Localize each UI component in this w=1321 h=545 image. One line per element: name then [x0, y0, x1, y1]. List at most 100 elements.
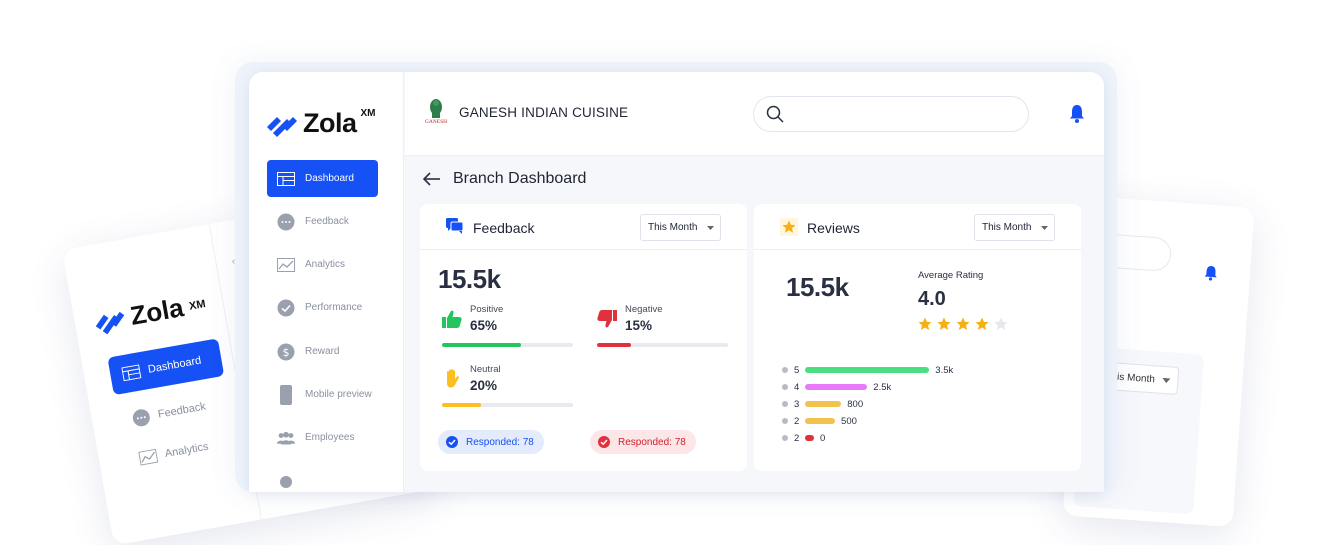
- rating-row-count: 2.5k: [873, 381, 892, 393]
- star-filled-icon: [937, 317, 951, 330]
- svg-text:$: $: [283, 346, 290, 359]
- feedback-card-title: Feedback: [473, 220, 535, 236]
- rating-row-dot: [782, 435, 788, 441]
- ganesh-logo-icon: GANESH: [425, 99, 447, 125]
- back-arrow-icon[interactable]: [423, 172, 441, 186]
- dollar-icon: $: [277, 343, 295, 361]
- chat-icon: [132, 409, 150, 427]
- sidebar-item-label: Employees: [305, 432, 355, 443]
- reviews-total: 15.5k: [786, 272, 849, 302]
- feedback-period-value: This Month: [648, 222, 698, 233]
- rating-row: 20: [782, 432, 825, 444]
- rating-row-star: 4: [794, 381, 800, 393]
- responded-positive-badge[interactable]: Responded: 78: [438, 430, 544, 454]
- positive-label: Positive: [470, 304, 504, 315]
- reviews-card-header: Reviews This Month: [754, 204, 1081, 250]
- page-title: Branch Dashboard: [453, 170, 587, 187]
- star-rating: [918, 317, 1008, 331]
- rating-row-star: 2: [794, 432, 800, 444]
- sidebar-item-label: Dashboard: [305, 173, 354, 184]
- responded-negative-badge[interactable]: Responded: 78: [590, 430, 696, 454]
- rating-row-dot: [782, 384, 788, 390]
- sidebar-item-label: Feedback: [305, 216, 349, 227]
- logo-sup: XM: [360, 108, 376, 119]
- rating-row: 3 800: [782, 398, 863, 410]
- sidebar-item-label: Analytics: [305, 259, 346, 270]
- negative-value: 15%: [625, 318, 653, 333]
- reviews-period-select[interactable]: This Month: [974, 214, 1055, 241]
- negative-metric: Negative 15%: [597, 304, 663, 333]
- search-icon: [766, 105, 784, 123]
- sidebar-item-feedback[interactable]: Feedback: [267, 203, 378, 240]
- sidebar-item-label: Mobile preview: [305, 389, 372, 400]
- sidebar-item-label: Performance: [305, 302, 363, 313]
- sidebar: Zola XM Dashboard Feedback Analytics Per…: [249, 72, 404, 492]
- responded-positive-text: Responded: 78: [466, 436, 534, 448]
- rating-row-count: 500: [841, 415, 857, 427]
- rating-row: 4 2.5k: [782, 381, 891, 393]
- star-filled-icon: [918, 317, 932, 330]
- notification-bell-icon[interactable]: [1069, 104, 1085, 128]
- chart-icon: [277, 256, 295, 274]
- search-input[interactable]: [792, 106, 1012, 122]
- sidebar-item-dashboard[interactable]: Dashboard: [267, 160, 378, 197]
- positive-metric: Positive 65%: [442, 304, 503, 333]
- chevron-down-icon: [1163, 377, 1171, 383]
- rating-row-bar: [805, 418, 836, 424]
- rating-row-bar: [805, 401, 842, 407]
- search-box[interactable]: [753, 96, 1029, 132]
- dashboard-icon: [121, 364, 142, 382]
- raised-hand-icon: [447, 369, 459, 388]
- check-icon: [277, 299, 295, 317]
- negative-label: Negative: [625, 304, 663, 315]
- feedback-period-select[interactable]: This Month: [640, 214, 721, 241]
- topbar: GANESH GANESH INDIAN CUISINE: [405, 72, 1104, 156]
- check-circle-icon: [598, 436, 610, 448]
- rating-row-bar: [805, 367, 930, 373]
- dashboard-window: Zola XM Dashboard Feedback Analytics Per…: [249, 72, 1104, 492]
- positive-value: 65%: [470, 318, 498, 333]
- zola-logo[interactable]: Zola XM: [267, 108, 376, 139]
- zola-logo-icon: [95, 311, 125, 334]
- neutral-bar-fill: [442, 403, 482, 407]
- star-empty-icon: [994, 317, 1008, 330]
- rating-row-count: 0: [819, 432, 826, 444]
- check-circle-icon: [446, 436, 458, 448]
- sidebar-item-analytics[interactable]: Analytics: [267, 246, 378, 283]
- sidebar-item-mobile-preview[interactable]: Mobile preview: [267, 376, 378, 413]
- chevron-down-icon: [1041, 225, 1049, 230]
- rating-row-star: 3: [794, 398, 800, 410]
- rating-row-count: 3.5k: [935, 364, 954, 376]
- rating-row-bar: [805, 435, 814, 441]
- background-nav-dashboard-label: Dashboard: [147, 354, 203, 376]
- rating-row-dot: [782, 418, 788, 424]
- neutral-value: 20%: [470, 378, 498, 393]
- restaurant-name: GANESH INDIAN CUISINE: [459, 104, 629, 120]
- logo-text: Zola: [303, 108, 357, 138]
- chevron-down-icon: [707, 225, 715, 230]
- negative-bar: [597, 343, 728, 347]
- positive-bar-fill: [442, 343, 521, 347]
- positive-bar: [442, 343, 573, 347]
- background-logo-sup: XM: [188, 297, 207, 313]
- page-header: Branch Dashboard: [423, 170, 586, 188]
- rating-row-count: 800: [847, 398, 864, 410]
- thumbs-up-icon: [442, 310, 462, 328]
- svg-text:GANESH: GANESH: [425, 119, 447, 125]
- responded-negative-text: Responded: 78: [618, 436, 686, 448]
- average-rating-value: 4.0: [918, 288, 946, 310]
- feedback-chat-icon: [446, 218, 464, 239]
- dashboard-icon: [277, 170, 295, 188]
- chat-icon: [277, 213, 295, 231]
- sidebar-item-employees[interactable]: Employees: [267, 419, 378, 456]
- gear-icon: [277, 473, 295, 491]
- rating-row-star: 2: [794, 415, 800, 427]
- sidebar-item-reward[interactable]: $ Reward: [267, 333, 378, 370]
- feedback-card-header: Feedback This Month: [420, 204, 747, 250]
- feedback-card: Feedback This Month 15.5k Positive 65% N…: [420, 204, 747, 471]
- rating-row-bar: [805, 384, 868, 390]
- neutral-bar: [442, 403, 573, 407]
- star-filled-icon: [956, 317, 970, 330]
- sidebar-item-label: Reward: [305, 346, 340, 357]
- sidebar-item-performance[interactable]: Performance: [267, 289, 378, 326]
